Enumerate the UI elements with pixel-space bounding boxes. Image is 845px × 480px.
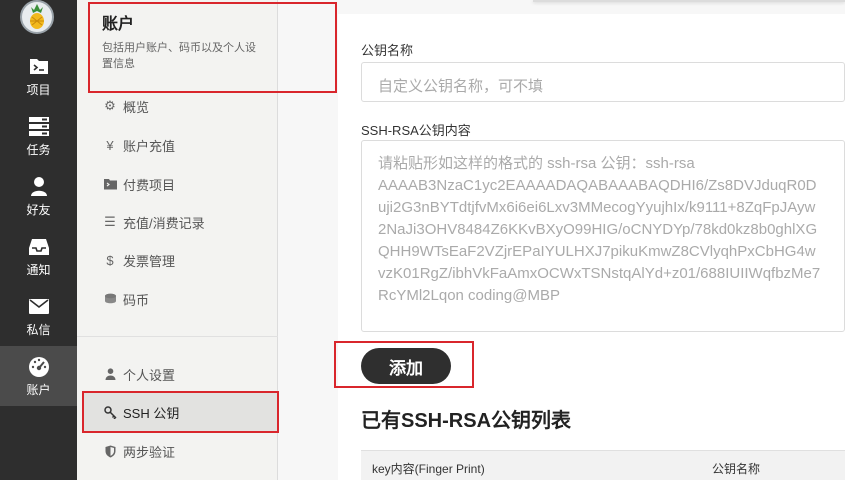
user-icon — [103, 368, 117, 380]
cogs-icon: ⚙ — [104, 98, 116, 113]
user-icon — [30, 176, 47, 196]
dashboard-icon — [28, 356, 49, 377]
sidebar-header: 账户 包括用户账户、码币以及个人设置信息 — [77, 0, 278, 90]
key-content-label: SSH-RSA公钥内容 — [361, 123, 471, 138]
column-header-fingerprint: key内容(Finger Print) — [372, 462, 485, 476]
placeholder-line: 请粘贴形如这样的格式的 ssh-rsa 公钥：ssh-rsa — [378, 155, 695, 172]
placeholder-line: RcYMl2Lqon coding@MBP — [378, 287, 560, 304]
sidebar-item-label: 充值/消费记录 — [123, 215, 205, 231]
sidebar-item-label: 个人设置 — [123, 367, 176, 383]
key-list-title: 已有SSH-RSA公钥列表 — [361, 410, 572, 432]
sidebar-item-paid-projects[interactable]: 付费项目 — [83, 165, 278, 203]
sidebar-item-label: SSH 公钥 — [123, 405, 180, 421]
key-name-label: 公钥名称 — [361, 43, 414, 58]
sidebar-item-records[interactable]: ☰ 充值/消费记录 — [83, 203, 278, 241]
account-sidebar: 账户 包括用户账户、码币以及个人设置信息 ⚙ 概览 ¥ 账户充值 付费项目 ☰ … — [77, 0, 278, 480]
inbox-icon — [28, 238, 49, 255]
sidebar-item-recharge[interactable]: ¥ 账户充值 — [83, 126, 278, 164]
placeholder-line: 2NaJi3OHV8484Z6KKvBXyO99HIG/oCNYDYp/78kd… — [378, 221, 818, 238]
sidebar-divider — [77, 336, 278, 337]
sidebar-title: 账户 — [102, 16, 135, 33]
top-dropdown-edge — [533, 0, 845, 2]
pineapple-logo-icon[interactable] — [20, 0, 54, 34]
sidebar-item-personal-settings[interactable]: 个人设置 — [83, 355, 278, 393]
nav-label: 通知 — [26, 262, 51, 277]
sidebar-description: 包括用户账户、码币以及个人设置信息 — [102, 42, 256, 70]
sidebar-item-label: 两步验证 — [123, 444, 176, 460]
nav-label: 好友 — [26, 202, 51, 217]
add-key-button[interactable]: 添加 — [361, 348, 451, 384]
key-icon — [103, 405, 117, 419]
envelope-icon — [28, 298, 49, 314]
placeholder-line: vzK01RgZ/ibhVkFaAmxOCWxTSNstqAlYd+z01/68… — [378, 265, 821, 282]
sidebar-item-label: 账户充值 — [123, 138, 176, 154]
nav-item-messages[interactable]: 私信 — [0, 286, 77, 346]
nav-label: 项目 — [26, 82, 51, 97]
nav-label: 任务 — [26, 142, 51, 157]
folder-terminal-icon — [29, 58, 48, 74]
sidebar-item-ssh-keys[interactable]: SSH 公钥 — [83, 393, 278, 431]
nav-label: 私信 — [26, 322, 51, 337]
key-table-header: key内容(Finger Print) 公钥名称 — [361, 450, 845, 480]
dollar-icon: $ — [106, 252, 114, 268]
nav-item-account[interactable]: 账户 — [0, 346, 77, 406]
sidebar-item-label: 概览 — [123, 99, 150, 115]
shield-icon — [103, 445, 117, 458]
placeholder-line: QHH9WTsEaF2VZjrEPaIYULHXJ7pikuKmwZ8CVlyq… — [378, 243, 816, 260]
column-header-key-name: 公钥名称 — [712, 462, 761, 476]
sidebar-item-label: 发票管理 — [123, 253, 176, 269]
coins-icon — [103, 293, 117, 305]
sidebar-item-label: 码币 — [123, 292, 150, 308]
nav-item-friends[interactable]: 好友 — [0, 166, 77, 226]
key-name-input[interactable]: 自定义公钥名称，可不填 — [361, 62, 845, 102]
sidebar-item-overview[interactable]: ⚙ 概览 — [83, 87, 278, 125]
placeholder-line: AAAAB3NzaC1yc2EAAAADAQABAAABAQDHI6/Zs8DV… — [378, 177, 817, 194]
key-content-textarea[interactable]: 请粘贴形如这样的格式的 ssh-rsa 公钥：ssh-rsa AAAAB3Nza… — [361, 140, 845, 332]
placeholder-line: uji2G3nBYTdtjfvMx6i6ei6Lxv3MMecogYyujhIx… — [378, 199, 816, 216]
nav-label: 账户 — [26, 382, 51, 397]
left-nav: 项目 任务 好友 通知 私信 账户 — [0, 0, 77, 480]
folder-terminal-icon — [103, 178, 117, 190]
task-list-icon — [28, 116, 49, 136]
sidebar-item-label: 付费项目 — [123, 177, 176, 193]
nav-item-tasks[interactable]: 任务 — [0, 106, 77, 166]
sidebar-item-two-step[interactable]: 两步验证 — [83, 432, 278, 470]
nav-item-notifications[interactable]: 通知 — [0, 226, 77, 286]
nav-item-projects[interactable]: 项目 — [0, 46, 77, 106]
sidebar-item-invoices[interactable]: $ 发票管理 — [83, 241, 278, 279]
sidebar-item-coins[interactable]: 码币 — [83, 280, 278, 318]
yen-icon: ¥ — [106, 137, 114, 153]
list-icon: ☰ — [104, 214, 116, 229]
